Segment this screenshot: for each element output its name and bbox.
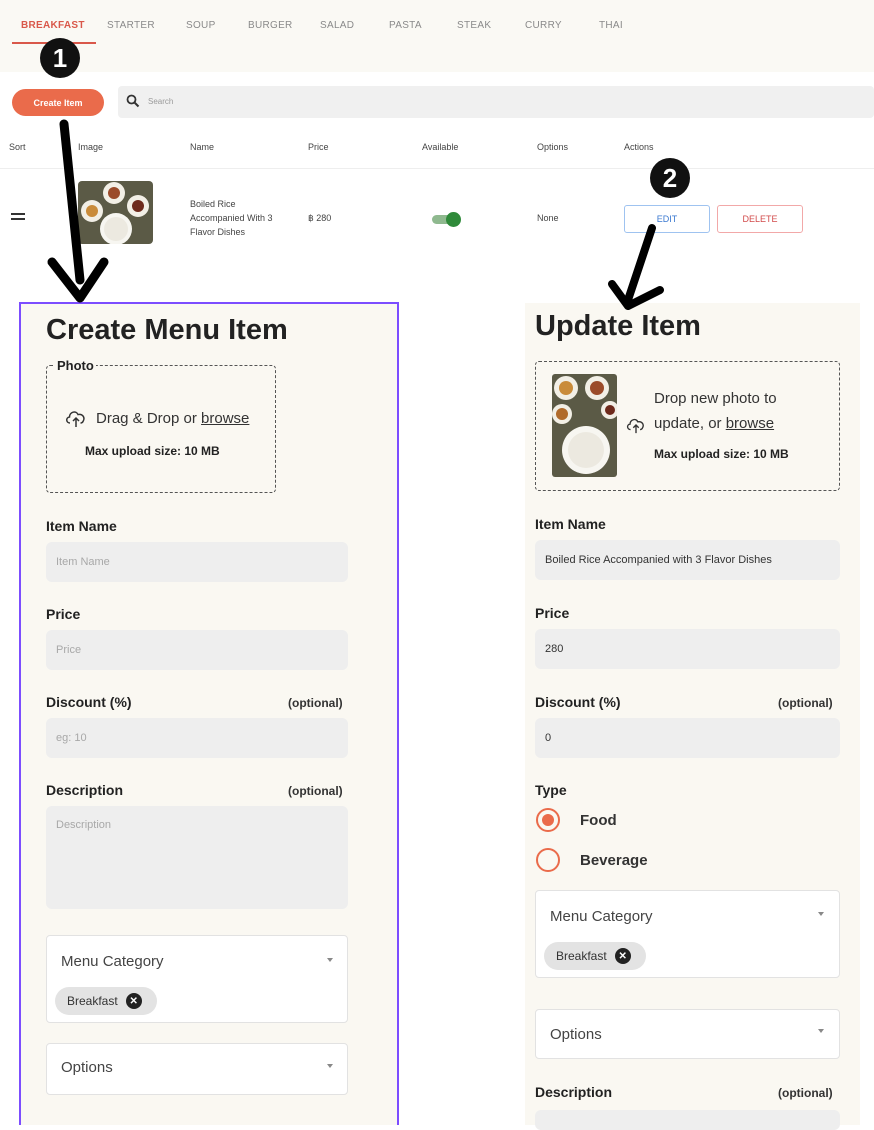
photo-dropzone[interactable]: [46, 365, 276, 493]
update-item-name-input[interactable]: Boiled Rice Accompanied with 3 Flavor Di…: [535, 540, 840, 580]
update-description-textarea[interactable]: [535, 1110, 840, 1130]
update-category-chip: Breakfast ✕: [544, 942, 646, 970]
update-browse-link[interactable]: browse: [726, 415, 774, 432]
annotation-badge-2: 2: [650, 158, 690, 198]
header-image: Image: [78, 142, 104, 152]
header-sort: Sort: [9, 142, 26, 152]
update-menu-category-select[interactable]: Menu Category Breakfast ✕: [535, 890, 840, 978]
upload-cloud-icon: [66, 411, 85, 427]
update-drop-line1: Drop new photo to: [654, 390, 777, 407]
search-icon: [126, 94, 140, 108]
browse-link[interactable]: browse: [201, 410, 249, 427]
current-photo-preview: [552, 374, 617, 477]
type-food-radio[interactable]: [536, 808, 560, 832]
update-discount-label: Discount (%): [535, 694, 621, 710]
type-beverage-radio[interactable]: [536, 848, 560, 872]
update-price-input[interactable]: 280: [535, 629, 840, 669]
annotation-badge-1: 1: [40, 38, 80, 78]
header-name: Name: [190, 142, 215, 152]
price-input[interactable]: Price: [46, 630, 348, 670]
update-item-name-label: Item Name: [535, 516, 606, 532]
type-beverage-label: Beverage: [580, 852, 648, 869]
description-textarea[interactable]: Description: [46, 806, 348, 909]
item-name-input[interactable]: Item Name: [46, 542, 348, 582]
tab-thai[interactable]: THAI: [599, 20, 623, 31]
tab-starter[interactable]: STARTER: [107, 20, 155, 31]
tab-pasta[interactable]: PASTA: [389, 20, 422, 31]
update-drop-instruction: update, or: [654, 415, 726, 432]
header-available: Available: [422, 142, 459, 152]
options-select[interactable]: Options: [46, 1043, 348, 1095]
description-label: Description: [46, 782, 124, 798]
update-price-label: Price: [535, 605, 570, 621]
search-input[interactable]: Search: [118, 86, 874, 118]
update-description-optional: (optional): [778, 1086, 833, 1100]
dropzone-text: Drag & Drop or browse: [96, 410, 249, 427]
photo-legend: Photo: [55, 358, 96, 373]
type-label: Type: [535, 782, 567, 798]
max-upload-size: Max upload size: 10 MB: [85, 444, 220, 458]
update-form-title: Update Item: [535, 310, 701, 342]
tab-burger[interactable]: BURGER: [248, 20, 293, 31]
update-drop-line2: update, or browse: [654, 415, 774, 432]
menu-category-label: Menu Category: [61, 953, 164, 970]
tab-steak[interactable]: STEAK: [457, 20, 491, 31]
discount-label: Discount (%): [46, 694, 132, 710]
chevron-down-icon: [818, 1029, 824, 1033]
header-price: Price: [308, 142, 329, 152]
create-item-button[interactable]: Create Item: [12, 89, 104, 116]
chip-remove-icon[interactable]: ✕: [125, 993, 142, 1009]
tab-breakfast[interactable]: BREAKFAST: [21, 20, 85, 31]
chevron-down-icon: [327, 1064, 333, 1068]
update-options-select[interactable]: Options: [535, 1009, 840, 1059]
options-select-label: Options: [61, 1059, 113, 1076]
tab-soup[interactable]: SOUP: [186, 20, 216, 31]
item-price-cell: ฿ 280: [308, 213, 332, 223]
tab-curry[interactable]: CURRY: [525, 20, 562, 31]
discount-input[interactable]: eg: 10: [46, 718, 348, 758]
chevron-down-icon: [818, 912, 824, 916]
upload-cloud-icon: [626, 418, 644, 434]
category-chip: Breakfast ✕: [55, 987, 157, 1015]
update-discount-input[interactable]: 0: [535, 718, 840, 758]
chevron-down-icon: [327, 958, 333, 962]
available-toggle[interactable]: [432, 212, 462, 227]
header-actions: Actions: [624, 142, 654, 152]
item-name-label: Item Name: [46, 518, 117, 534]
category-tabbar: BREAKFAST STARTER SOUP BURGER SALAD PAST…: [0, 0, 874, 72]
tab-salad[interactable]: SALAD: [320, 20, 354, 31]
type-food-label: Food: [580, 812, 617, 829]
drag-handle-icon[interactable]: [11, 213, 25, 223]
item-name-cell: Boiled Rice Accompanied With 3 Flavor Di…: [190, 199, 273, 237]
header-options: Options: [537, 142, 569, 152]
item-thumbnail: [78, 181, 153, 244]
update-description-label: Description: [535, 1084, 613, 1100]
search-placeholder: Search: [148, 97, 174, 106]
update-options-label: Options: [550, 1026, 602, 1043]
update-max-upload-size: Max upload size: 10 MB: [654, 447, 789, 461]
menu-category-select[interactable]: Menu Category Breakfast ✕: [46, 935, 348, 1023]
description-optional: (optional): [288, 784, 343, 798]
price-label: Price: [46, 606, 81, 622]
drop-instruction: Drag & Drop or: [96, 410, 202, 427]
category-chip-label: Breakfast: [67, 994, 118, 1008]
chip-remove-icon[interactable]: ✕: [614, 948, 631, 964]
edit-button[interactable]: EDIT: [624, 205, 710, 233]
header-divider: [0, 168, 874, 169]
discount-optional: (optional): [288, 696, 343, 710]
item-options-cell: None: [537, 213, 559, 223]
delete-button[interactable]: DELETE: [717, 205, 803, 233]
create-form-title: Create Menu Item: [46, 314, 288, 346]
update-discount-optional: (optional): [778, 696, 833, 710]
update-category-chip-label: Breakfast: [556, 949, 607, 963]
update-menu-category-label: Menu Category: [550, 908, 653, 925]
